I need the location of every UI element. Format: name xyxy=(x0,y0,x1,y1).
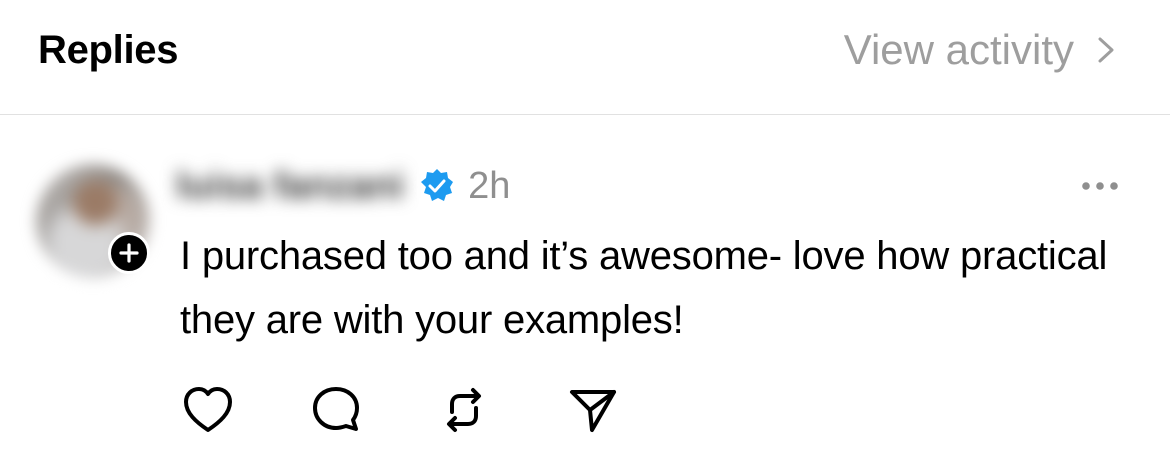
timestamp: 2h xyxy=(468,165,511,207)
follow-plus-button[interactable] xyxy=(108,232,150,274)
comment-icon xyxy=(313,387,359,431)
repost-icon xyxy=(447,388,481,432)
share-button[interactable] xyxy=(562,380,622,440)
like-icon xyxy=(184,387,232,432)
comment-button[interactable] xyxy=(306,380,366,440)
post-meta: luisa fanzani 2h xyxy=(176,164,510,208)
post-text: I purchased too and it’s awesome- love h… xyxy=(180,234,1108,342)
username[interactable]: luisa fanzani xyxy=(176,164,408,208)
chevron-right-icon xyxy=(1098,37,1114,63)
plus-icon xyxy=(119,243,139,263)
more-options-icon[interactable] xyxy=(1078,176,1122,196)
view-activity-label: View activity xyxy=(843,26,1074,73)
page-title: Replies xyxy=(38,28,179,72)
verified-badge-icon xyxy=(421,169,454,201)
like-button[interactable] xyxy=(178,380,238,440)
view-activity-link[interactable]: View activity xyxy=(844,26,1114,74)
replies-header: Replies View activity xyxy=(0,0,1170,115)
share-icon xyxy=(570,390,616,432)
repost-button[interactable] xyxy=(434,380,494,440)
